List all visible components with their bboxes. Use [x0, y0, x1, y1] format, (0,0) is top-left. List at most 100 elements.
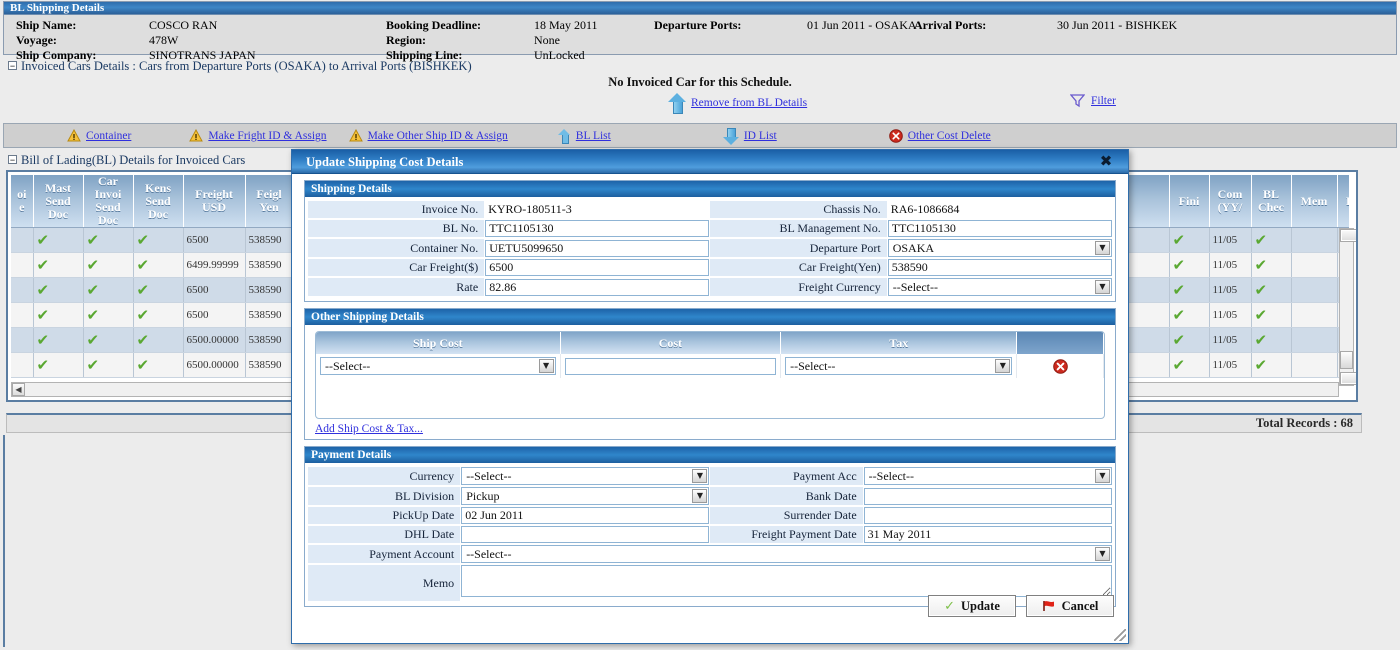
col-edit[interactable]: Edit — [1337, 175, 1349, 228]
col-complete-yy[interactable]: Com (YY/ — [1209, 175, 1252, 228]
check-icon: ✔ — [36, 255, 50, 274]
container-no-input[interactable] — [485, 239, 710, 257]
scroll-up-icon[interactable]: ▲ — [1340, 229, 1356, 242]
memo-textarea[interactable] — [461, 565, 1112, 597]
toolbar-link-make-fright-id-assign[interactable]: Make Fright ID & Assign — [208, 130, 326, 142]
toolbar-item-bl-list[interactable]: BL List — [557, 128, 611, 144]
cell-finish: ✔ — [1169, 277, 1210, 303]
col-finish[interactable]: Fini — [1169, 175, 1210, 228]
scroll-left-icon[interactable]: ◀ — [12, 383, 25, 396]
chevron-down-icon[interactable]: ▼ — [1095, 280, 1110, 294]
close-icon[interactable]: ✖ — [1096, 150, 1116, 174]
field-arrival-ports-value: 30 Jun 2011 - BISHKEK — [1057, 18, 1178, 32]
invoiced-cars-section-header[interactable]: − Invoiced Cars Details : Cars from Depar… — [8, 59, 472, 74]
field-voyage: Voyage: 478W — [16, 33, 386, 48]
payment-account-select[interactable]: --Select-- ▼ — [461, 545, 1112, 563]
grid-vertical-scrollbar[interactable]: ▲ ▼ — [1339, 228, 1356, 386]
cell-complete: 11/05 — [1209, 327, 1252, 353]
pickup-date-input[interactable] — [461, 507, 710, 524]
check-icon: ✔ — [86, 355, 100, 374]
bl-management-no-label: BL Management No. — [710, 220, 887, 237]
chevron-down-icon[interactable]: ▼ — [1095, 547, 1110, 561]
cell-car-invoice-send-doc: ✔ — [83, 277, 134, 303]
toolbar-link-bl-list[interactable]: BL List — [576, 130, 611, 142]
chevron-down-icon[interactable]: ▼ — [995, 359, 1011, 373]
chevron-down-icon[interactable]: ▼ — [1095, 241, 1110, 255]
filter-link[interactable]: Filter — [1091, 95, 1116, 107]
delete-circle-icon[interactable] — [1052, 358, 1068, 374]
col-invoice[interactable]: oi e — [11, 175, 34, 228]
other-shipping-details-body: Ship Cost Cost Tax --Select-- ▼ --Select… — [305, 325, 1115, 439]
remove-from-bl-details-action[interactable]: Remove from BL Details — [668, 93, 807, 114]
cost-input[interactable] — [564, 357, 777, 375]
check-icon: ✔ — [36, 230, 50, 249]
surrender-date-input[interactable] — [863, 507, 1112, 524]
cell-freight-usd: 6500 — [183, 227, 246, 253]
payment-acc-select[interactable]: --Select-- ▼ — [863, 467, 1112, 485]
cell-bl-check: ✔ — [1251, 227, 1292, 253]
check-icon: ✔ — [1254, 255, 1268, 274]
bank-date-input[interactable] — [863, 487, 1112, 505]
col-car-invoice-send-doc[interactable]: Car Invoi Send Doc — [83, 175, 134, 228]
dhl-date-input[interactable] — [461, 526, 710, 543]
car-freight-usd-input[interactable] — [485, 259, 710, 276]
cell-car-invoice-send-doc: ✔ — [83, 352, 134, 378]
filter-action[interactable]: Filter — [1070, 93, 1116, 108]
col-memo[interactable]: Mem — [1291, 175, 1338, 228]
check-icon: ✔ — [1254, 280, 1268, 299]
ship-cost-select[interactable]: --Select-- ▼ — [320, 357, 556, 375]
currency-select[interactable]: --Select-- ▼ — [461, 467, 710, 485]
cell-bl-check: ✔ — [1251, 252, 1292, 278]
freight-payment-date-input[interactable] — [863, 526, 1112, 543]
toolbar-item-other-cost-delete[interactable]: Other Cost Delete — [888, 128, 991, 143]
freight-currency-select[interactable]: --Select-- ▼ — [887, 278, 1112, 296]
dialog-resize-handle[interactable] — [1114, 629, 1126, 641]
toolbar-item-make-other-ship-id-assign[interactable]: Make Other Ship ID & Assign — [348, 129, 508, 142]
toolbar-link-other-cost-delete[interactable]: Other Cost Delete — [908, 130, 991, 142]
col-kens-send-doc[interactable]: Kens Send Doc — [133, 175, 184, 228]
add-ship-cost-tax-action[interactable]: Add Ship Cost & Tax... — [315, 421, 1113, 436]
cancel-button[interactable]: Cancel — [1026, 595, 1114, 617]
tax-select[interactable]: --Select-- ▼ — [785, 357, 1013, 375]
cell-car-invoice-send-doc: ✔ — [83, 227, 134, 253]
check-icon: ✔ — [36, 355, 50, 374]
bl-details-grid-header[interactable]: − Bill of Lading(BL) Details for Invoiced… — [8, 153, 245, 168]
cell-finish: ✔ — [1169, 327, 1210, 353]
chevron-down-icon[interactable]: ▼ — [692, 489, 708, 503]
col-freight-usd[interactable]: Freight USD — [183, 175, 246, 228]
collapse-icon[interactable]: − — [8, 61, 17, 71]
col-bl-check[interactable]: BL Chec — [1251, 175, 1292, 228]
chevron-down-icon[interactable]: ▼ — [538, 359, 554, 373]
departure-port-select[interactable]: OSAKA ▼ — [887, 239, 1112, 257]
bl-details-grid-title-text: Bill of Lading(BL) Details for Invoiced … — [21, 153, 246, 167]
toolbar-link-make-other-ship-id-assign[interactable]: Make Other Ship ID & Assign — [368, 130, 508, 142]
car-freight-yen-input[interactable] — [887, 259, 1112, 276]
rate-input[interactable] — [485, 278, 710, 296]
scroll-thumb[interactable] — [1340, 351, 1353, 369]
cell-delete[interactable] — [1016, 354, 1104, 378]
chevron-down-icon[interactable]: ▼ — [1095, 469, 1110, 483]
add-ship-cost-tax-link[interactable]: Add Ship Cost & Tax... — [315, 423, 423, 435]
chevron-down-icon[interactable]: ▼ — [692, 469, 708, 483]
remove-from-bl-details-link[interactable]: Remove from BL Details — [691, 97, 807, 109]
bl-management-no-input[interactable] — [887, 220, 1112, 237]
cell-invoice — [11, 252, 34, 278]
dialog-button-row: ✓ Update Cancel — [928, 595, 1114, 617]
payment-account-value: --Select-- — [466, 547, 512, 561]
toolbar-link-container[interactable]: Container — [86, 130, 131, 142]
cell-invoice — [11, 352, 34, 378]
collapse-icon[interactable]: − — [8, 155, 17, 165]
cell-car-invoice-send-doc: ✔ — [83, 302, 134, 328]
dialog-title-text: Update Shipping Cost Details — [306, 155, 464, 169]
toolbar-link-id-list[interactable]: ID List — [744, 130, 777, 142]
toolbar-item-id-list[interactable]: ID List — [722, 127, 777, 145]
col-freight-yen[interactable]: Feigl Yen — [245, 175, 294, 228]
update-button[interactable]: ✓ Update — [928, 595, 1016, 617]
bl-division-select[interactable]: Pickup ▼ — [461, 487, 710, 505]
scroll-down-icon[interactable]: ▼ — [1340, 372, 1356, 385]
cell-bl-check: ✔ — [1251, 302, 1292, 328]
bl-no-input[interactable] — [485, 220, 710, 237]
toolbar-item-make-fright-id-assign[interactable]: Make Fright ID & Assign — [189, 129, 327, 142]
toolbar-item-container[interactable]: Container — [67, 129, 131, 142]
col-master-send-doc[interactable]: Mast Send Doc — [33, 175, 84, 228]
